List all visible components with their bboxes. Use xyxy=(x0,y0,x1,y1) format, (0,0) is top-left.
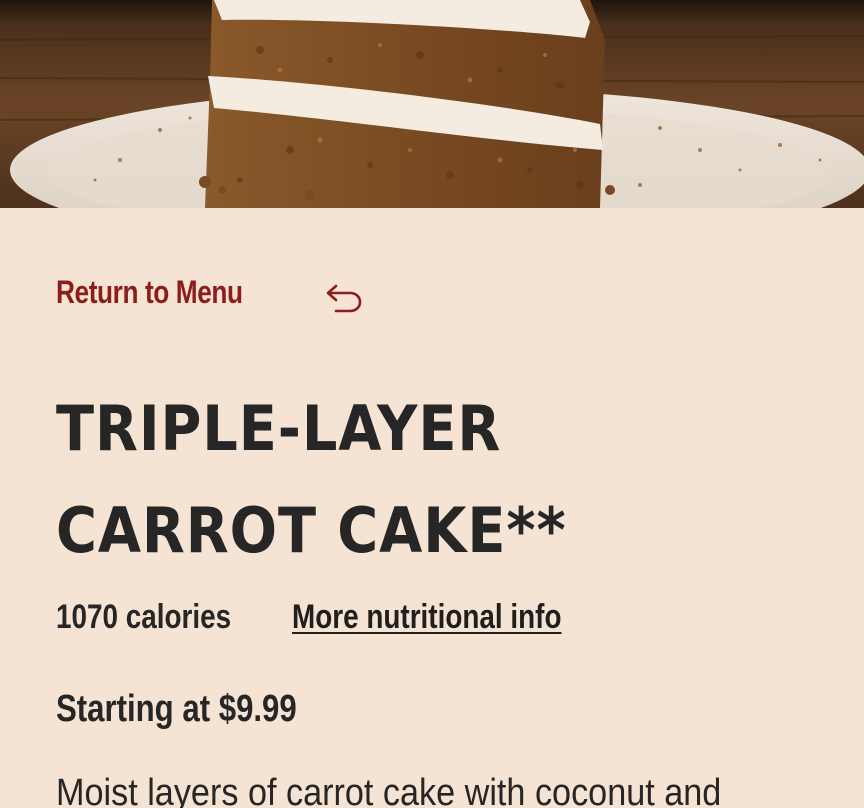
starting-price: Starting at $9.99 xyxy=(56,688,297,730)
return-arrow-icon xyxy=(326,284,362,313)
product-title-line-1: Triple-Layer xyxy=(56,392,502,465)
hero-image xyxy=(0,0,864,208)
return-to-menu-label: Return to Menu xyxy=(56,274,243,310)
return-to-menu-link[interactable]: Return to Menu xyxy=(56,274,362,313)
product-title-line-2: Carrot Cake** xyxy=(56,494,567,567)
carrot-cake-photo xyxy=(0,0,864,208)
product-description: Moist layers of carrot cake with coconut… xyxy=(56,772,722,808)
product-title: Triple-Layer Carrot Cake** xyxy=(56,378,740,582)
more-nutritional-info-link[interactable]: More nutritional info xyxy=(292,598,561,637)
calories-count: 1070 calories xyxy=(56,598,232,636)
calories-row: 1070 calories More nutritional info xyxy=(56,598,621,637)
product-page: Return to Menu Triple-Layer Carrot Cake*… xyxy=(0,0,864,808)
